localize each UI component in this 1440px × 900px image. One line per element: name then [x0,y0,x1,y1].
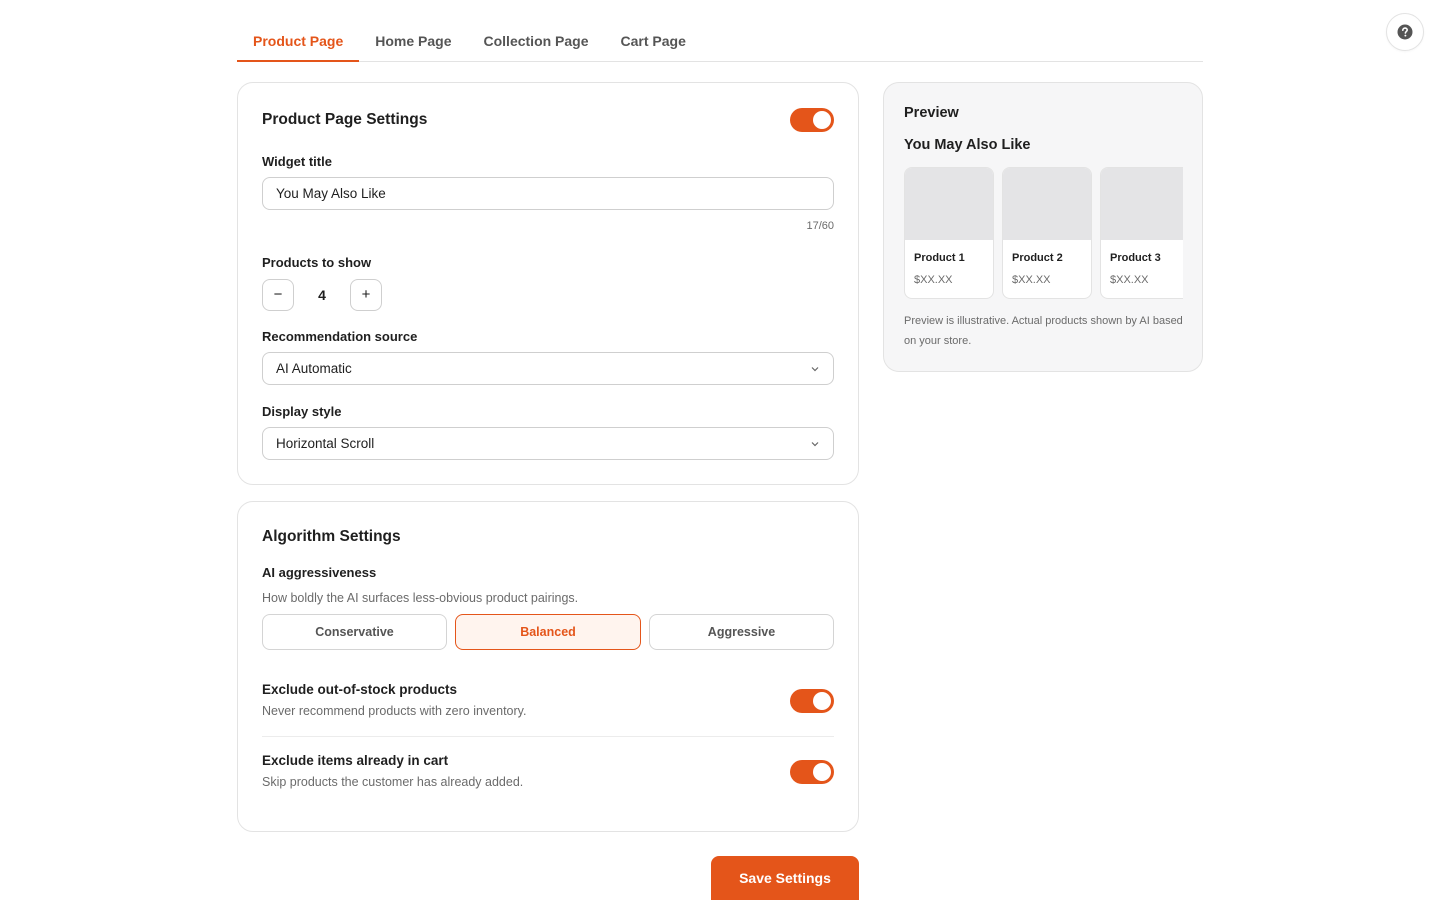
increment-button[interactable]: + [350,279,382,311]
tab-home-page[interactable]: Home Page [359,22,467,62]
preview-product-card: Product 1 $XX.XX [904,167,994,299]
product-price: $XX.XX [914,274,953,286]
tab-collection-page[interactable]: Collection Page [468,22,605,62]
chevron-down-icon [811,442,819,447]
product-page-settings-card: Product Page Settings Widget title You M… [237,82,859,485]
preview-note: Preview is illustrative. Actual products… [904,315,1183,347]
product-image-placeholder [1003,168,1091,240]
page-tabs: Product Page Home Page Collection Page C… [237,22,1203,62]
preview-widget-title: You May Also Like [904,137,1031,153]
exclude-oos-toggle[interactable] [790,689,834,713]
preview-product-card: Product 2 $XX.XX [1002,167,1092,299]
decrement-button[interactable]: − [262,279,294,311]
product-name: Product 2 [1012,252,1063,264]
product-image-placeholder [905,168,993,240]
product-page-enabled-toggle[interactable] [790,108,834,132]
ai-aggressiveness-label: AI aggressiveness [262,565,377,580]
save-settings-button[interactable]: Save Settings [711,856,859,900]
widget-title-counter: 17/60 [806,220,834,232]
preview-label: Preview [904,105,959,121]
question-circle-icon [1397,24,1413,40]
exclude-oos-desc: Never recommend products with zero inven… [262,704,527,718]
product-name: Product 1 [914,252,965,264]
preview-card: Preview You May Also Like Product 1 $XX.… [883,82,1203,372]
divider [262,736,834,737]
widget-title-input[interactable]: You May Also Like [262,177,834,210]
exclude-cart-toggle[interactable] [790,760,834,784]
help-button[interactable] [1386,13,1424,51]
display-style-select[interactable]: Horizontal Scroll [262,427,834,460]
product-image-placeholder [1101,168,1183,240]
recommendation-source-label: Recommendation source [262,329,418,344]
ai-aggressiveness-desc: How boldly the AI surfaces less-obvious … [262,591,579,605]
exclude-cart-desc: Skip products the customer has already a… [262,775,524,789]
tab-product-page[interactable]: Product Page [237,22,360,62]
display-style-value: Horizontal Scroll [276,436,375,451]
tab-cart-page[interactable]: Cart Page [605,22,702,62]
products-to-show-value: 4 [318,287,326,303]
exclude-oos-title: Exclude out-of-stock products [262,682,458,697]
product-name: Product 3 [1110,252,1161,264]
recommendation-source-value: AI Automatic [276,361,352,376]
product-price: $XX.XX [1110,274,1149,286]
product-price: $XX.XX [1012,274,1051,286]
preview-product-card: Product 3 $XX.XX [1100,167,1183,299]
option-balanced[interactable]: Balanced [455,614,641,650]
display-style-label: Display style [262,404,342,419]
products-to-show-label: Products to show [262,255,372,270]
product-settings-title: Product Page Settings [262,111,428,128]
option-conservative[interactable]: Conservative [262,614,447,650]
exclude-cart-title: Exclude items already in cart [262,753,449,768]
widget-title-label: Widget title [262,154,332,169]
algorithm-settings-title: Algorithm Settings [262,528,401,545]
recommendation-source-select[interactable]: AI Automatic [262,352,834,385]
option-aggressive[interactable]: Aggressive [649,614,834,650]
preview-product-strip[interactable]: Product 1 $XX.XX Product 2 $XX.XX Produc… [904,167,1183,299]
chevron-down-icon [811,367,819,372]
algorithm-settings-card: Algorithm Settings AI aggressiveness How… [237,501,859,832]
